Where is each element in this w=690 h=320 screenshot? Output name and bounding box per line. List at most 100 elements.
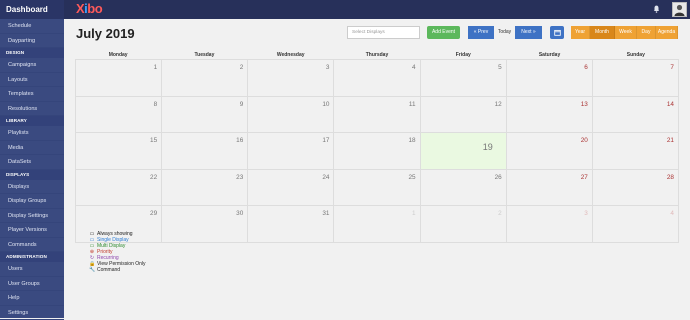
view-agenda-button[interactable]: Agenda — [656, 26, 678, 39]
day-cell[interactable]: 28 — [593, 170, 679, 206]
day-cell[interactable]: 22 — [75, 170, 162, 206]
sidebar-item-display-groups[interactable]: Display Groups — [0, 194, 64, 209]
xibo-logo[interactable]: Xibo — [76, 1, 102, 16]
day-number: 27 — [581, 174, 588, 181]
day-cell[interactable]: 15 — [75, 133, 162, 169]
day-cell[interactable]: 13 — [507, 97, 593, 133]
next-button[interactable]: Next » — [515, 26, 542, 39]
day-cell[interactable]: 12 — [421, 97, 507, 133]
calendar-week-row: 2930311234 — [75, 206, 679, 243]
day-cell[interactable]: 8 — [75, 97, 162, 133]
sidebar-item-help[interactable]: Help — [0, 291, 64, 306]
day-cell[interactable]: 5 — [421, 60, 507, 96]
day-number: 2 — [498, 210, 502, 217]
sidebar-item-display-settings[interactable]: Display Settings — [0, 209, 64, 224]
day-cell[interactable]: 3 — [507, 206, 593, 242]
day-cell[interactable]: 27 — [507, 170, 593, 206]
day-number: 6 — [584, 64, 588, 71]
view-day-button[interactable]: Day — [637, 26, 656, 39]
sidebar-item-playlists[interactable]: Playlists — [0, 126, 64, 141]
day-number: 26 — [495, 174, 502, 181]
day-cell[interactable]: 2 — [162, 60, 248, 96]
day-cell[interactable]: 7 — [593, 60, 679, 96]
add-event-button[interactable]: Add Event — [427, 26, 460, 39]
day-cell[interactable]: 14 — [593, 97, 679, 133]
day-cell[interactable]: 4 — [593, 206, 679, 242]
sidebar-section-design: DESIGN — [0, 48, 64, 58]
sidebar-item-media[interactable]: Media — [0, 141, 64, 156]
user-avatar[interactable] — [672, 2, 687, 17]
sidebar-item-user-groups[interactable]: User Groups — [0, 277, 64, 292]
day-cell[interactable]: 17 — [248, 133, 334, 169]
day-cell[interactable]: 6 — [507, 60, 593, 96]
weekday-saturday: Saturday — [506, 50, 592, 59]
calendar-week-row: 15 16 17 18 19 2021 — [75, 133, 679, 170]
day-number: 11 — [409, 101, 416, 108]
calendar-grid: 1234567891011121314151617181920212223242… — [75, 60, 679, 243]
sidebar-item-templates[interactable]: Templates — [0, 87, 64, 102]
sidebar-item-layouts[interactable]: Layouts — [0, 73, 64, 88]
legend-item-command: 🔧Command — [89, 267, 146, 273]
sidebar-item-player-versions[interactable]: Player Versions — [0, 223, 64, 238]
sidebar-item-displays[interactable]: Displays — [0, 180, 64, 195]
day-number: 24 — [322, 174, 329, 181]
day-cell[interactable]: 18 — [334, 133, 420, 169]
today-button[interactable]: Today — [494, 26, 515, 39]
day-cell[interactable]: 26 — [421, 170, 507, 206]
day-cell[interactable]: 16 — [162, 133, 248, 169]
calendar-picker-button[interactable] — [550, 26, 564, 39]
day-cell[interactable]: 1 — [334, 206, 420, 242]
day-number: 14 — [667, 101, 674, 108]
sidebar-item-commands[interactable]: Commands — [0, 238, 64, 253]
prev-button[interactable]: « Prev — [468, 26, 494, 39]
weekday-friday: Friday — [420, 50, 506, 59]
sidebar-item-campaigns[interactable]: Campaigns — [0, 58, 64, 73]
day-cell[interactable]: 23 — [162, 170, 248, 206]
top-navbar: Xibo — [64, 0, 690, 19]
day-cell[interactable]: 20 — [507, 133, 593, 169]
sidebar-section-displays: DISPLAYS — [0, 170, 64, 180]
day-number: 28 — [667, 174, 674, 181]
day-number: 1 — [154, 64, 158, 71]
day-cell[interactable]: 1 — [75, 60, 162, 96]
month-calendar: MondayTuesdayWednesdayThursdayFridaySatu… — [75, 50, 679, 243]
view-year-button[interactable]: Year — [571, 26, 590, 39]
view-month-button[interactable]: Month — [590, 26, 615, 39]
sidebar-item-dayparting[interactable]: Dayparting — [0, 34, 64, 49]
sidebar-section-library: LIBRARY — [0, 116, 64, 126]
day-cell[interactable]: 21 — [593, 133, 679, 169]
day-number: 9 — [240, 101, 244, 108]
day-cell[interactable]: 24 — [248, 170, 334, 206]
calendar-week-row: 12345 6 7 — [75, 60, 679, 97]
legend-label: Command — [97, 267, 120, 273]
bell-icon[interactable] — [653, 5, 660, 13]
sidebar-header[interactable]: Dashboard — [0, 0, 64, 19]
today-cell[interactable]: 19 — [421, 133, 507, 169]
day-number: 19 — [483, 142, 493, 152]
sidebar-item-resolutions[interactable]: Resolutions — [0, 102, 64, 117]
day-cell[interactable]: 4 — [334, 60, 420, 96]
day-number: 23 — [236, 174, 243, 181]
sidebar-item-datasets[interactable]: DataSets — [0, 155, 64, 170]
day-number: 16 — [236, 137, 243, 144]
day-cell[interactable]: 11 — [334, 97, 420, 133]
view-week-button[interactable]: Week — [615, 26, 637, 39]
day-cell[interactable]: 31 — [248, 206, 334, 242]
day-number: 7 — [670, 64, 674, 71]
day-cell[interactable]: 3 — [248, 60, 334, 96]
calendar-title: July 2019 — [76, 26, 135, 41]
day-cell[interactable]: 9 — [162, 97, 248, 133]
day-cell[interactable]: 10 — [248, 97, 334, 133]
day-cell[interactable]: 30 — [162, 206, 248, 242]
display-search-input[interactable]: Select Displays — [347, 26, 420, 39]
sidebar-item-users[interactable]: Users — [0, 262, 64, 277]
sidebar-menu: ScheduleDaypartingDESIGNCampaignsLayouts… — [0, 19, 64, 320]
sidebar-item-schedule[interactable]: Schedule — [0, 19, 64, 34]
day-number: 31 — [322, 210, 329, 217]
day-number: 17 — [322, 137, 329, 144]
day-number: 3 — [584, 210, 588, 217]
day-cell[interactable]: 2 — [421, 206, 507, 242]
day-cell[interactable]: 25 — [334, 170, 420, 206]
sidebar-section-administration: ADMINISTRATION — [0, 252, 64, 262]
event-legend: ▭Always showing▭Single Display▭Multi Dis… — [89, 231, 146, 273]
